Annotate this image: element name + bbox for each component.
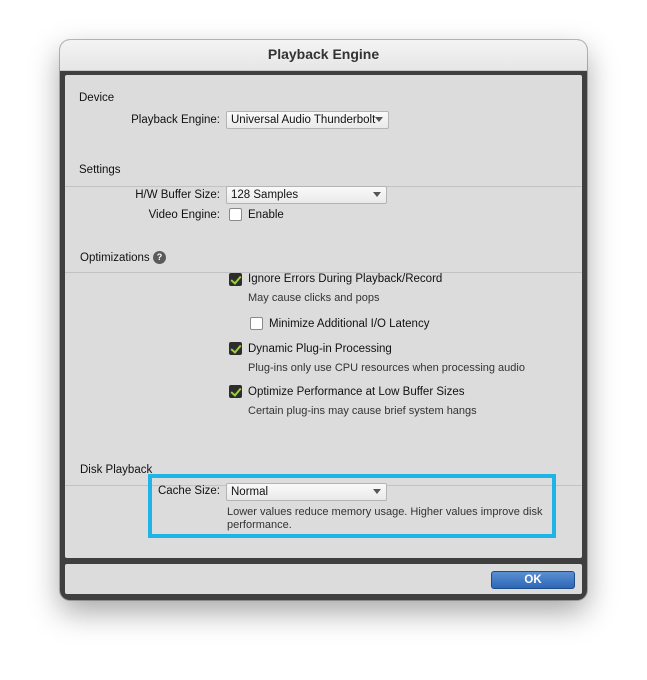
buffer-size-label: H/W Buffer Size: bbox=[135, 189, 220, 201]
dialog-title: Playback Engine bbox=[60, 40, 587, 71]
ignore-errors-checkbox[interactable] bbox=[229, 273, 242, 286]
video-engine-checkbox[interactable] bbox=[229, 208, 242, 221]
minimize-latency-label: Minimize Additional I/O Latency bbox=[269, 318, 430, 330]
dynamic-plugin-label: Dynamic Plug-in Processing bbox=[248, 343, 392, 355]
optimize-performance-checkbox[interactable] bbox=[229, 385, 242, 398]
cache-size-highlight bbox=[148, 474, 556, 538]
video-engine-label: Video Engine: bbox=[148, 209, 220, 221]
dynamic-plugin-note: Plug-ins only use CPU resources when pro… bbox=[248, 362, 525, 374]
minimize-latency-checkbox[interactable] bbox=[250, 317, 263, 330]
ok-button[interactable]: OK bbox=[491, 571, 575, 589]
buffer-size-value: 128 Samples bbox=[231, 189, 299, 201]
disk-playback-heading: Disk Playback bbox=[80, 464, 153, 476]
settings-heading: Settings bbox=[79, 164, 121, 176]
ignore-errors-note: May cause clicks and pops bbox=[248, 292, 380, 304]
chevron-down-icon bbox=[375, 117, 383, 122]
ignore-errors-label: Ignore Errors During Playback/Record bbox=[248, 273, 443, 285]
playback-engine-value: Universal Audio Thunderbolt bbox=[231, 114, 376, 126]
playback-engine-label: Playback Engine: bbox=[131, 114, 220, 126]
help-icon[interactable]: ? bbox=[153, 251, 166, 264]
optimize-performance-note: Certain plug-ins may cause brief system … bbox=[248, 405, 477, 417]
optimizations-heading: Optimizations bbox=[80, 252, 150, 264]
device-heading: Device bbox=[79, 92, 115, 104]
video-engine-enable-label: Enable bbox=[248, 209, 284, 221]
playback-engine-select[interactable]: Universal Audio Thunderbolt bbox=[226, 111, 389, 129]
buffer-size-select[interactable]: 128 Samples bbox=[226, 186, 387, 204]
optimize-performance-label: Optimize Performance at Low Buffer Sizes bbox=[248, 386, 465, 398]
dynamic-plugin-checkbox[interactable] bbox=[229, 342, 242, 355]
chevron-down-icon bbox=[373, 192, 381, 197]
